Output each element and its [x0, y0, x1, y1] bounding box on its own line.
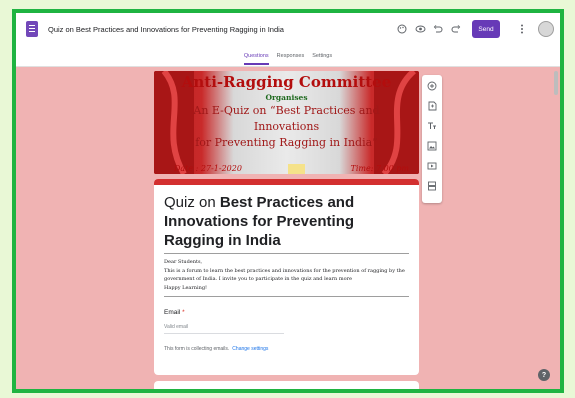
- banner-line-3: for Preventing Ragging in India”: [195, 136, 378, 149]
- undo-icon[interactable]: [430, 21, 446, 37]
- top-actions: Send: [392, 13, 554, 45]
- import-questions-icon[interactable]: [425, 99, 439, 113]
- form-title[interactable]: Quiz on Best Practices and Innovations f…: [154, 185, 419, 250]
- add-image-icon[interactable]: [425, 139, 439, 153]
- banner-line-2: Innovations: [253, 120, 320, 133]
- email-label: Email *: [154, 297, 419, 316]
- more-vert-icon[interactable]: [514, 21, 530, 37]
- required-mark: *: [182, 309, 185, 316]
- description-line: This is a forum to learn the best practi…: [164, 267, 405, 274]
- question-toolbar: [422, 75, 442, 203]
- banner-date-time: Date : 27-1-2020 Time: 7.00 pm: [174, 164, 409, 174]
- form-document-title[interactable]: Quiz on Best Practices and Innovations f…: [48, 25, 284, 34]
- palette-icon[interactable]: [394, 21, 410, 37]
- add-section-icon[interactable]: [425, 179, 439, 193]
- banner-time: Time: 7.00 pm: [350, 164, 409, 173]
- redo-icon[interactable]: [448, 21, 464, 37]
- add-question-icon[interactable]: [425, 79, 439, 93]
- form-tabs: Questions Responses Settings: [16, 45, 560, 67]
- preview-icon[interactable]: [412, 21, 428, 37]
- send-button[interactable]: Send: [472, 20, 500, 38]
- next-question-card[interactable]: [154, 381, 419, 389]
- description-line: Dear Students,: [164, 259, 203, 265]
- form-title-plain: Quiz on: [164, 194, 220, 211]
- google-forms-logo-icon[interactable]: [26, 21, 38, 37]
- avatar[interactable]: [538, 21, 554, 37]
- add-video-icon[interactable]: [425, 159, 439, 173]
- add-title-icon[interactable]: [425, 119, 439, 133]
- banner-line-1: An E-Quiz on “Best Practices and: [193, 104, 380, 117]
- tab-questions[interactable]: Questions: [243, 47, 269, 65]
- form-title-card[interactable]: Quiz on Best Practices and Innovations f…: [154, 179, 419, 375]
- collecting-emails-note: This form is collecting emails. Change se…: [154, 334, 419, 352]
- tab-responses[interactable]: Responses: [277, 47, 305, 65]
- help-icon[interactable]: ?: [538, 369, 550, 381]
- description-line: government of India. I invite you to par…: [164, 276, 352, 282]
- banner-chip: [287, 164, 305, 174]
- email-field[interactable]: Valid email: [164, 324, 284, 334]
- email-label-text: Email: [164, 309, 181, 316]
- banner-title: Anti-Ragging Committee: [181, 73, 392, 91]
- scrollbar-thumb[interactable]: [554, 71, 558, 95]
- banner-date: Date : 27-1-2020: [174, 164, 242, 173]
- description-line: Happy Learning!: [164, 284, 208, 291]
- screenshot-frame: Quiz on Best Practices and Innovations f…: [12, 9, 564, 393]
- change-settings-link[interactable]: Change settings: [232, 346, 268, 352]
- tab-settings[interactable]: Settings: [312, 47, 332, 65]
- form-description[interactable]: Dear Students, This is a forum to learn …: [154, 254, 419, 292]
- banner-organises: Organises: [265, 93, 308, 102]
- top-app-bar: Quiz on Best Practices and Innovations f…: [16, 13, 560, 45]
- header-banner-image: Anti-Ragging Committee Organises An E-Qu…: [154, 71, 419, 174]
- collecting-note-text: This form is collecting emails.: [164, 346, 230, 352]
